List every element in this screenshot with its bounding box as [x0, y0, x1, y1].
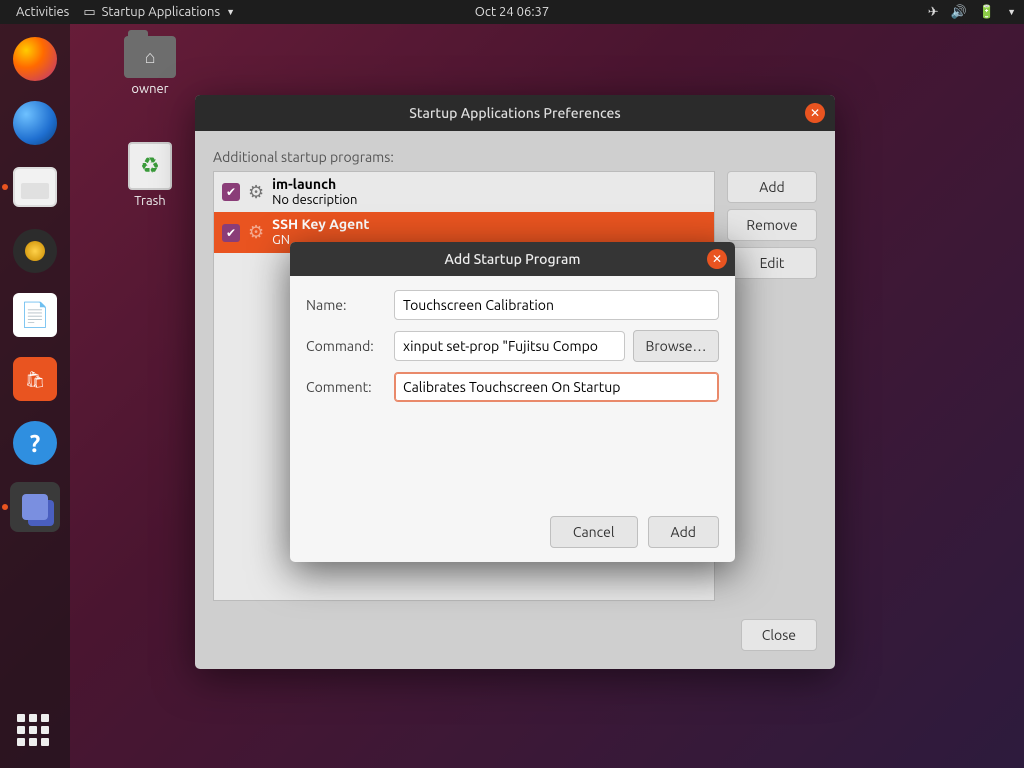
- list-item[interactable]: ✔ ⚙ im-launch No description: [214, 172, 714, 212]
- name-label: Name:: [306, 297, 386, 313]
- dock-help[interactable]: ?: [10, 418, 60, 468]
- dock-software[interactable]: 🛍: [10, 354, 60, 404]
- system-menu-chevron-icon[interactable]: ▼: [1007, 7, 1016, 17]
- dock-rhythmbox[interactable]: [10, 226, 60, 276]
- comment-input[interactable]: [394, 372, 719, 402]
- add-startup-program-dialog: Add Startup Program ✕ Name: Command: Bro…: [290, 242, 735, 562]
- desktop-home-folder[interactable]: ⌂ owner: [110, 36, 190, 96]
- close-icon: ✕: [810, 106, 820, 120]
- close-icon: ✕: [712, 252, 722, 266]
- comment-label: Comment:: [306, 379, 386, 395]
- desktop-icon-label: owner: [110, 82, 190, 96]
- dialog-title: Add Startup Program: [445, 251, 581, 267]
- desktop-trash[interactable]: ♻ Trash: [110, 142, 190, 208]
- window-title: Startup Applications Preferences: [409, 105, 621, 121]
- list-heading: Additional startup programs:: [213, 149, 817, 165]
- show-applications-button[interactable]: [17, 714, 53, 750]
- add-button[interactable]: Add: [727, 171, 817, 203]
- cancel-button[interactable]: Cancel: [550, 516, 638, 548]
- dialog-add-button[interactable]: Add: [648, 516, 719, 548]
- recycle-icon: ♻: [130, 144, 170, 188]
- close-button[interactable]: ✕: [805, 103, 825, 123]
- battery-icon[interactable]: 🔋: [979, 5, 995, 20]
- chevron-down-icon: ▼: [226, 7, 235, 17]
- command-input[interactable]: [394, 331, 625, 361]
- gear-icon: ⚙: [248, 182, 264, 203]
- dialog-close-button[interactable]: ✕: [707, 249, 727, 269]
- dock: 📄 🛍 ?: [0, 24, 70, 768]
- activities-button[interactable]: Activities: [8, 5, 77, 19]
- checkbox-enabled[interactable]: ✔: [222, 183, 240, 201]
- window-icon: ▭: [83, 5, 95, 20]
- top-panel: Activities ▭ Startup Applications ▼ Oct …: [0, 0, 1024, 24]
- dock-libreoffice-writer[interactable]: 📄: [10, 290, 60, 340]
- remove-button[interactable]: Remove: [727, 209, 817, 241]
- clock[interactable]: Oct 24 06:37: [475, 5, 549, 19]
- browse-button[interactable]: Browse…: [633, 330, 719, 362]
- app-menu-label: Startup Applications: [102, 5, 220, 19]
- window-titlebar[interactable]: Startup Applications Preferences ✕: [195, 95, 835, 131]
- program-name: SSH Key Agent: [272, 216, 369, 233]
- dock-firefox[interactable]: [10, 34, 60, 84]
- dock-files[interactable]: [10, 162, 60, 212]
- dialog-titlebar[interactable]: Add Startup Program ✕: [290, 242, 735, 276]
- edit-button[interactable]: Edit: [727, 247, 817, 279]
- command-label: Command:: [306, 338, 386, 354]
- program-name: im-launch: [272, 176, 357, 193]
- home-icon: ⌂: [124, 36, 176, 78]
- volume-icon[interactable]: 🔊: [951, 5, 967, 20]
- dock-thunderbird[interactable]: [10, 98, 60, 148]
- name-input[interactable]: [394, 290, 719, 320]
- dock-startup-applications[interactable]: [10, 482, 60, 532]
- app-menu[interactable]: ▭ Startup Applications ▼: [77, 5, 241, 20]
- close-window-button[interactable]: Close: [741, 619, 817, 651]
- program-description: No description: [272, 193, 357, 209]
- gear-icon: ⚙: [248, 222, 264, 243]
- checkbox-enabled[interactable]: ✔: [222, 224, 240, 242]
- airplane-icon[interactable]: ✈: [928, 5, 939, 20]
- desktop-icon-label: Trash: [110, 194, 190, 208]
